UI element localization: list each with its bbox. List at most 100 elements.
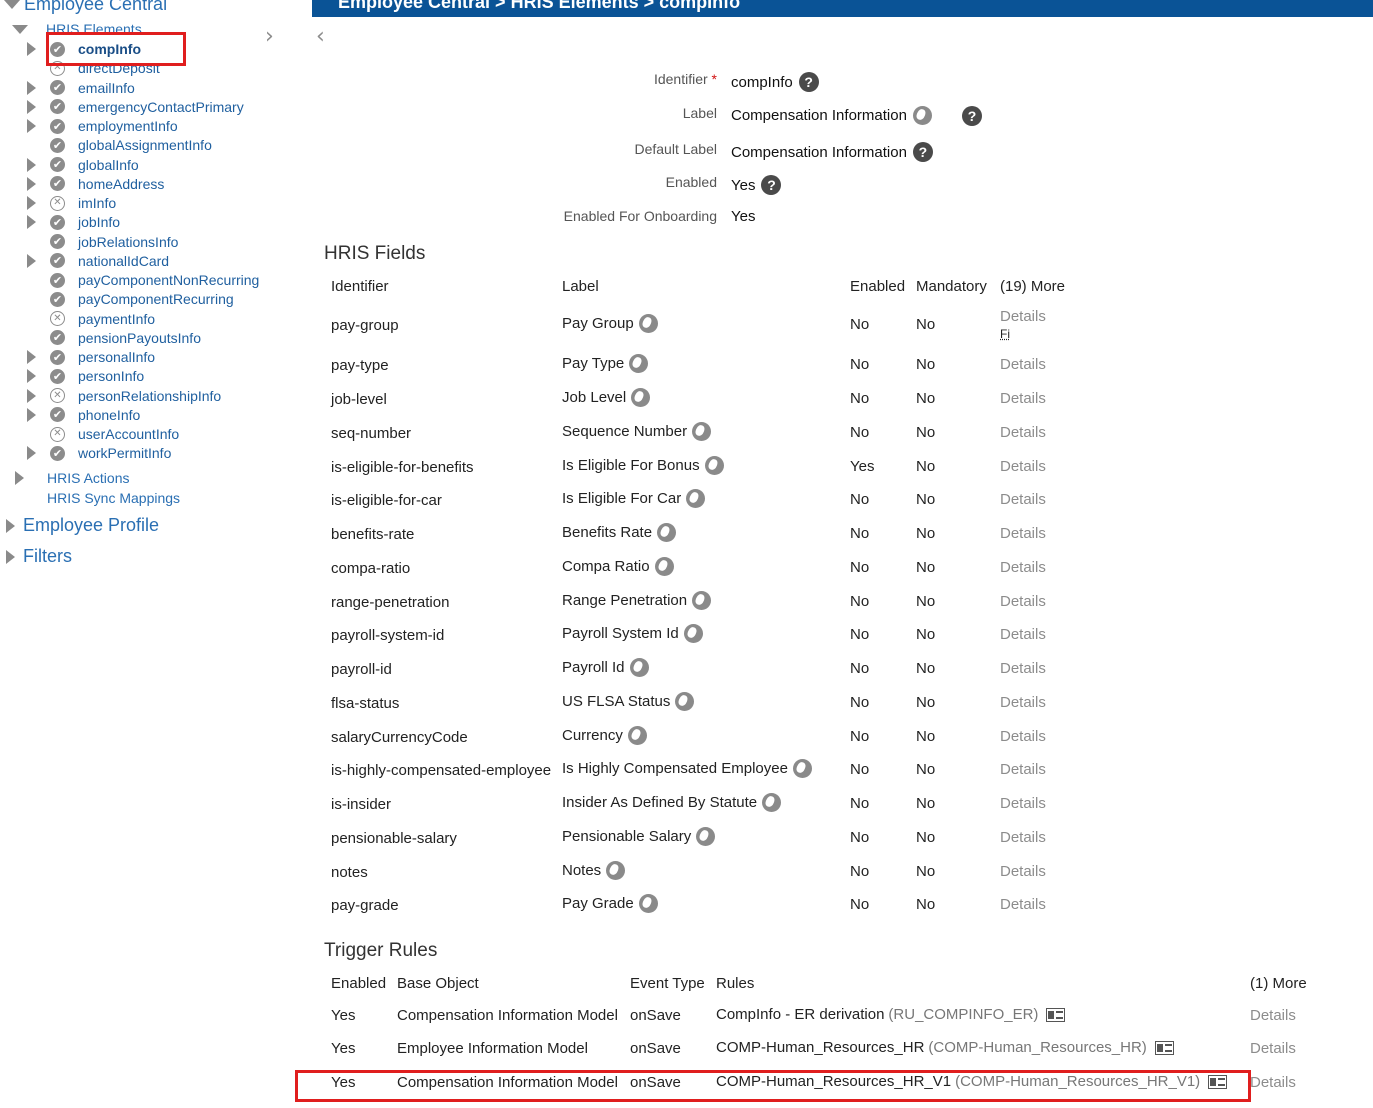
chevron-right-icon[interactable]: ›: [265, 24, 274, 49]
field-extra-fi[interactable]: Fi: [1000, 327, 1010, 341]
globe-icon[interactable]: [912, 106, 932, 125]
globe-icon[interactable]: [629, 354, 649, 373]
expand-icon[interactable]: [27, 446, 36, 461]
tree-employee-central[interactable]: Employee Central: [4, 0, 167, 15]
col-more[interactable]: (19) More: [1000, 278, 1065, 295]
col-rules-more[interactable]: (1) More: [1250, 975, 1307, 992]
tree-filters[interactable]: Filters: [6, 546, 72, 567]
rule-detail-icon[interactable]: [1154, 1040, 1174, 1055]
globe-icon[interactable]: [631, 388, 651, 407]
sidebar-item-emailInfo[interactable]: ✔ emailInfo: [27, 80, 135, 96]
tree-hris-sync-mappings[interactable]: HRIS Sync Mappings: [47, 490, 180, 506]
collapse-icon[interactable]: [12, 24, 28, 34]
globe-icon[interactable]: [692, 422, 712, 441]
rule-detail-icon[interactable]: [1046, 1007, 1066, 1022]
expand-icon[interactable]: [27, 176, 36, 191]
sidebar-item-imInfo[interactable]: ✕ imInfo: [27, 195, 116, 211]
help-icon[interactable]: ?: [962, 106, 982, 126]
globe-icon[interactable]: [675, 692, 695, 711]
sidebar-item-jobRelationsInfo[interactable]: ✔ jobRelationsInfo: [27, 234, 178, 250]
field-details-link[interactable]: Details: [1000, 728, 1046, 745]
chevron-left-icon[interactable]: ‹: [316, 24, 325, 49]
expand-icon[interactable]: [27, 80, 36, 95]
field-details-link[interactable]: Details: [1000, 559, 1046, 576]
tree-hris-actions[interactable]: HRIS Actions: [15, 470, 129, 486]
globe-icon[interactable]: [606, 861, 626, 880]
sidebar-item-paymentInfo[interactable]: ✕ paymentInfo: [27, 311, 155, 327]
sidebar-item-emergencyContactPrimary[interactable]: ✔ emergencyContactPrimary: [27, 99, 244, 115]
globe-icon[interactable]: [654, 557, 674, 576]
globe-icon[interactable]: [629, 658, 649, 677]
field-details-link[interactable]: Details: [1000, 896, 1046, 913]
field-details-link[interactable]: Details: [1000, 390, 1046, 407]
help-icon[interactable]: ?: [798, 72, 819, 92]
globe-icon[interactable]: [657, 523, 677, 542]
sidebar-item-workPermitInfo[interactable]: ✔ workPermitInfo: [27, 445, 171, 461]
sidebar-item-nationalIdCard[interactable]: ✔ nationalIdCard: [27, 253, 169, 269]
sidebar-item-globalInfo[interactable]: ✔ globalInfo: [27, 157, 139, 173]
sidebar-item-payComponentNonRecurring[interactable]: ✔ payComponentNonRecurring: [27, 272, 259, 288]
sidebar-item-userAccountInfo[interactable]: ✕ userAccountInfo: [27, 426, 179, 442]
expand-icon[interactable]: [6, 549, 15, 564]
help-icon[interactable]: ?: [912, 142, 933, 162]
sidebar-item-pensionPayoutsInfo[interactable]: ✔ pensionPayoutsInfo: [27, 330, 201, 346]
field-details-link[interactable]: Details: [1000, 308, 1046, 325]
field-label-text: Currency: [562, 727, 623, 744]
expand-icon[interactable]: [27, 388, 36, 403]
globe-icon[interactable]: [638, 314, 658, 333]
field-details-link[interactable]: Details: [1000, 491, 1046, 508]
expand-icon[interactable]: [27, 407, 36, 422]
sidebar-item-personalInfo[interactable]: ✔ personalInfo: [27, 349, 155, 365]
sidebar-item-label: personRelationshipInfo: [78, 387, 222, 404]
sidebar-item-employmentInfo[interactable]: ✔ employmentInfo: [27, 118, 178, 134]
expand-icon[interactable]: [27, 119, 36, 133]
expand-icon[interactable]: [27, 196, 36, 210]
sidebar-item-globalAssignmentInfo[interactable]: ✔ globalAssignmentInfo: [27, 137, 212, 153]
expand-icon[interactable]: [27, 42, 36, 56]
field-details-link[interactable]: Details: [1000, 761, 1046, 778]
field-details-link[interactable]: Details: [1000, 525, 1046, 542]
field-details-link[interactable]: Details: [1000, 593, 1046, 610]
field-details-link[interactable]: Details: [1000, 424, 1046, 441]
globe-icon[interactable]: [692, 591, 712, 610]
expand-icon[interactable]: [27, 157, 36, 172]
sidebar-item-homeAddress[interactable]: ✔ homeAddress: [27, 176, 164, 192]
sidebar-item-phoneInfo[interactable]: ✔ phoneInfo: [27, 407, 140, 423]
field-mandatory: No: [916, 795, 936, 812]
field-details-link[interactable]: Details: [1000, 626, 1046, 643]
sidebar-item-personInfo[interactable]: ✔ personInfo: [27, 368, 144, 384]
field-details-link[interactable]: Details: [1000, 829, 1046, 846]
sidebar-item-personRelationshipInfo[interactable]: ✕ personRelationshipInfo: [27, 388, 221, 404]
globe-icon[interactable]: [762, 793, 782, 812]
globe-icon[interactable]: [792, 759, 812, 778]
rule-details-link[interactable]: Details: [1250, 1007, 1296, 1024]
expand-icon[interactable]: [27, 253, 36, 268]
field-details-link[interactable]: Details: [1000, 660, 1046, 677]
field-details-link[interactable]: Details: [1000, 356, 1046, 373]
field-details-link[interactable]: Details: [1000, 458, 1046, 475]
sidebar-item-jobInfo[interactable]: ✔ jobInfo: [27, 214, 120, 230]
sidebar-item-payComponentRecurring[interactable]: ✔ payComponentRecurring: [27, 291, 234, 307]
help-icon[interactable]: ?: [761, 175, 782, 195]
globe-icon[interactable]: [627, 726, 647, 745]
rule-details-link[interactable]: Details: [1250, 1040, 1296, 1057]
expand-icon[interactable]: [27, 215, 36, 230]
field-enabled: No: [850, 761, 870, 778]
field-details-link[interactable]: Details: [1000, 863, 1046, 880]
expand-icon[interactable]: [15, 471, 24, 485]
field-identifier: payroll-system-id: [331, 627, 445, 644]
rule-details-link[interactable]: Details: [1250, 1074, 1296, 1091]
expand-icon[interactable]: [27, 99, 36, 114]
field-details-link[interactable]: Details: [1000, 694, 1046, 711]
expand-icon[interactable]: [6, 518, 15, 533]
expand-icon[interactable]: [27, 350, 36, 364]
globe-icon[interactable]: [686, 489, 706, 508]
globe-icon[interactable]: [683, 624, 703, 643]
globe-icon[interactable]: [696, 827, 716, 846]
expand-icon[interactable]: [27, 369, 36, 384]
globe-icon[interactable]: [638, 894, 658, 913]
collapse-icon[interactable]: [4, 0, 20, 9]
globe-icon[interactable]: [704, 456, 724, 475]
field-details-link[interactable]: Details: [1000, 795, 1046, 812]
tree-employee-profile[interactable]: Employee Profile: [6, 515, 159, 536]
